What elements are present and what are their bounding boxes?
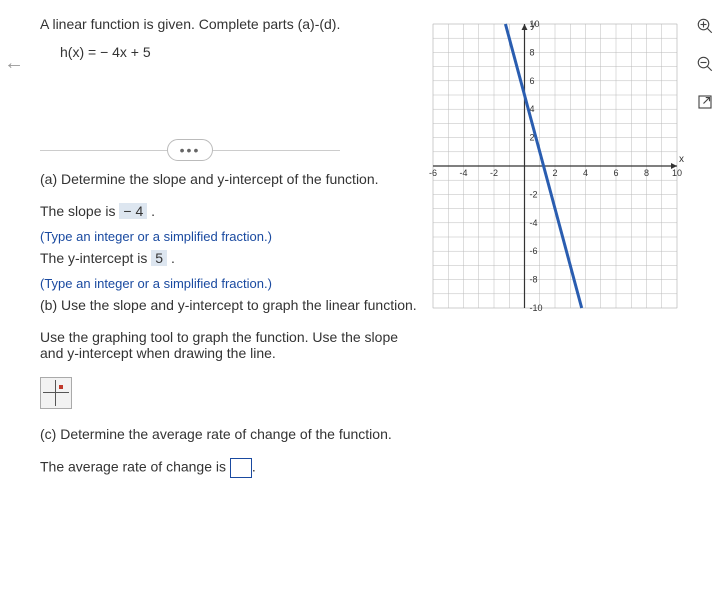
slope-line: The slope is − 4 . [40,203,420,219]
part-b-question: (b) Use the slope and y-intercept to gra… [40,297,420,313]
yint-period: . [171,250,175,266]
slope-period: . [151,203,155,219]
yint-value[interactable]: 5 [151,250,167,266]
zoom-in-button[interactable] [693,14,717,38]
svg-text:4: 4 [583,168,588,178]
svg-text:-2: -2 [530,189,538,199]
coordinate-plane[interactable]: -6-4-2246810108642-2-4-6-8-10xy [425,16,685,316]
yint-instruction: (Type an integer or a simplified fractio… [40,276,420,291]
avg-rate-label: The average rate of change is [40,459,230,475]
svg-text:-6: -6 [530,246,538,256]
svg-text:6: 6 [530,76,535,86]
popout-button[interactable] [693,90,717,114]
popout-icon [696,93,714,111]
svg-text:-4: -4 [459,168,467,178]
yint-line: The y-intercept is 5 . [40,250,420,266]
zoom-out-icon [696,55,714,73]
part-c-question: (c) Determine the average rate of change… [40,426,420,442]
svg-text:x: x [679,154,684,165]
svg-text:2: 2 [552,168,557,178]
svg-text:-2: -2 [490,168,498,178]
svg-text:10: 10 [672,168,682,178]
graphing-tool-button[interactable] [40,377,72,409]
yint-label: The y-intercept is [40,250,151,266]
svg-text:-6: -6 [429,168,437,178]
slope-value[interactable]: − 4 [119,203,147,219]
function-equation: h(x) = − 4x + 5 [60,44,420,60]
slope-instruction: (Type an integer or a simplified fractio… [40,229,420,244]
svg-text:-4: -4 [530,218,538,228]
part-b-hint: Use the graphing tool to graph the funct… [40,329,420,361]
svg-text:8: 8 [530,47,535,57]
question-panel: A linear function is given. Complete par… [40,16,420,488]
zoom-out-button[interactable] [693,52,717,76]
part-a-question: (a) Determine the slope and y-intercept … [40,171,420,187]
section-divider: ••• [40,150,340,151]
svg-text:8: 8 [644,168,649,178]
svg-text:-10: -10 [530,303,543,313]
svg-text:6: 6 [613,168,618,178]
svg-text:y: y [531,20,536,31]
expand-pill[interactable]: ••• [167,139,213,161]
ellipsis-icon: ••• [180,143,201,157]
back-arrow-icon[interactable]: ← [4,52,24,75]
svg-text:-8: -8 [530,275,538,285]
problem-prompt: A linear function is given. Complete par… [40,16,420,32]
zoom-in-icon [696,17,714,35]
graph-panel[interactable]: -6-4-2246810108642-2-4-6-8-10xy [425,16,685,316]
slope-label: The slope is [40,203,119,219]
avg-rate-input[interactable] [230,458,252,478]
right-toolbar [693,14,719,114]
avg-rate-line: The average rate of change is . [40,458,420,478]
